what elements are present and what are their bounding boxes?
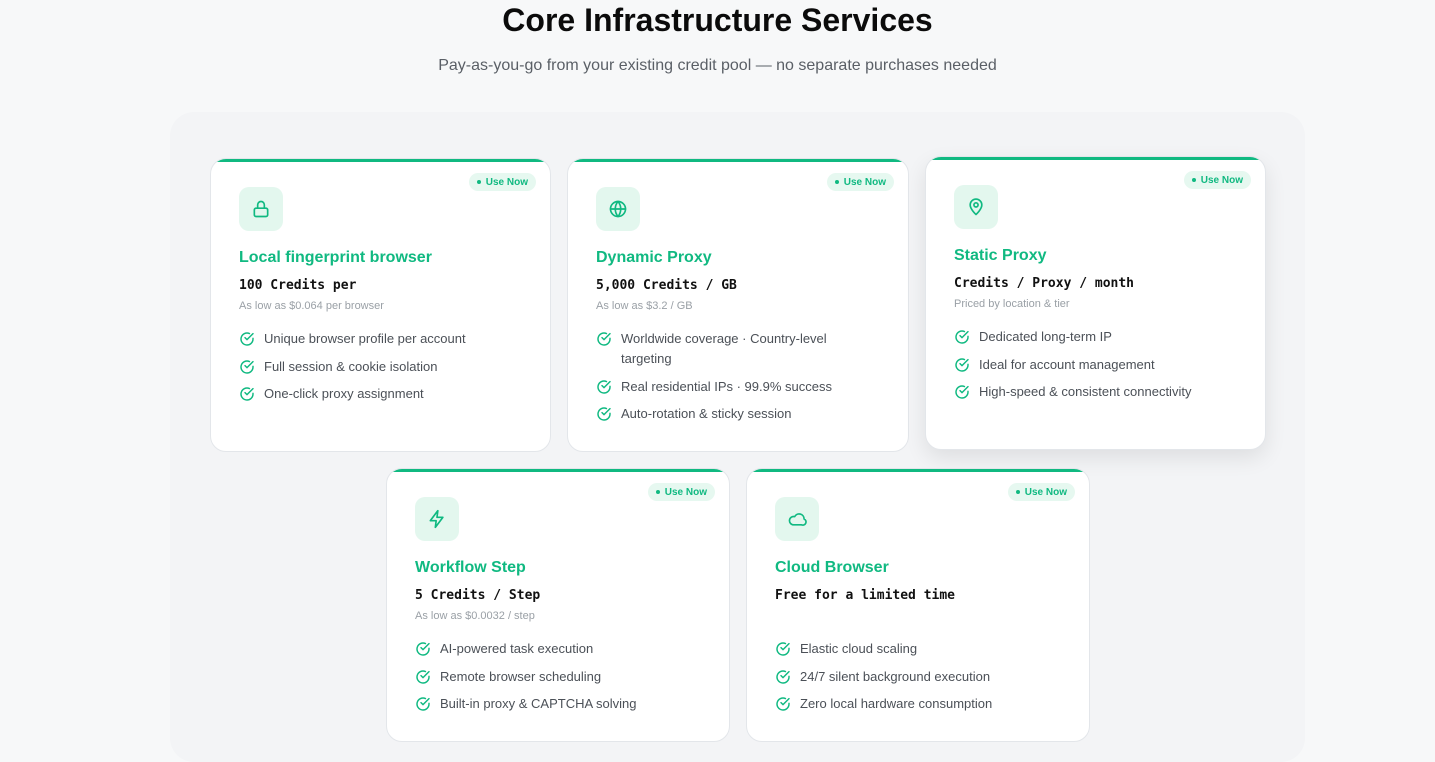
check-circle-icon [240, 359, 254, 374]
check-circle-icon [416, 669, 430, 684]
check-circle-icon [597, 407, 611, 421]
feature-text: One-click proxy assignment [264, 386, 424, 401]
feature-text: Real residential IPs · 99.9% success [621, 378, 832, 394]
feature-item: High-speed & consistent connectivity [954, 382, 1237, 402]
feature-list: Dedicated long-term IP Ideal for account… [954, 327, 1237, 410]
card-title: Dynamic Proxy [596, 249, 712, 266]
feature-item: AI-powered task execution [415, 639, 701, 659]
feature-list: AI-powered task execution Remote browser… [415, 639, 701, 722]
feature-text: Elastic cloud scaling [800, 641, 918, 656]
service-card-cloud-browser: Use Now Cloud Browser Free for a limited… [746, 468, 1090, 742]
card-title: Workflow Step [415, 559, 526, 576]
check-circle-icon [597, 379, 611, 394]
status-dot-icon [834, 180, 839, 184]
check-circle-icon [776, 642, 790, 656]
check-circle-icon [955, 357, 969, 372]
service-card-static-proxy: Use Now Static Proxy Credits / Proxy / m… [925, 156, 1266, 450]
feature-list: Unique browser profile per account Full … [239, 329, 522, 412]
feature-item: Zero local hardware consumption [775, 694, 1061, 714]
page-title: Core Infrastructure Services [502, 2, 933, 38]
feature-item: Real residential IPs · 99.9% success [596, 377, 880, 397]
page-subtitle: Pay-as-you-go from your existing credit … [438, 57, 997, 74]
card-price-note: Priced by location & tier [954, 298, 1070, 310]
feature-text: Remote browser scheduling [440, 668, 602, 684]
card-price: 5 Credits / Step [415, 588, 541, 603]
feature-item: Worldwide coverage · Country-level targe… [596, 329, 880, 369]
feature-item: Remote browser scheduling [415, 667, 701, 687]
check-circle-icon [776, 697, 790, 711]
use-now-badge[interactable]: Use Now [468, 173, 536, 191]
status-dot-icon [476, 180, 481, 184]
card-price-note: As low as $0.064 per browser [239, 300, 384, 312]
lock-icon [239, 187, 283, 231]
status-dot-icon [655, 490, 660, 494]
check-circle-icon [240, 332, 254, 346]
feature-text: Ideal for account management [979, 356, 1155, 372]
check-circle-icon [776, 669, 790, 684]
globe-icon [596, 187, 640, 231]
feature-item: Elastic cloud scaling [775, 639, 1061, 659]
badge-label: Use Now [485, 176, 528, 188]
service-card-local-browser: Use Now Local fingerprint browser 100 Cr… [210, 158, 551, 452]
service-card-workflow-step: Use Now Workflow Step 5 Credits / Step A… [386, 468, 730, 742]
use-now-badge[interactable]: Use Now [826, 173, 894, 191]
check-circle-icon [416, 642, 430, 656]
card-price: Free for a limited time [775, 588, 956, 603]
feature-text: Dedicated long-term IP [979, 329, 1112, 344]
feature-item: Auto-rotation & sticky session [596, 404, 880, 424]
card-title: Cloud Browser [775, 559, 889, 576]
card-price: 5,000 Credits / GB [596, 278, 737, 293]
use-now-badge[interactable]: Use Now [1183, 171, 1251, 189]
feature-item: Dedicated long-term IP [954, 327, 1237, 347]
feature-item: Full session & cookie isolation [239, 357, 522, 377]
badge-label: Use Now [664, 486, 707, 498]
check-circle-icon [955, 385, 969, 399]
feature-text: Unique browser profile per account [264, 331, 466, 346]
badge-label: Use Now [1200, 174, 1243, 186]
feature-text: Zero local hardware consumption [800, 696, 993, 711]
use-now-badge[interactable]: Use Now [647, 483, 715, 501]
check-circle-icon [416, 697, 430, 711]
badge-label: Use Now [1024, 486, 1067, 498]
use-now-badge[interactable]: Use Now [1007, 483, 1075, 501]
card-price-note: As low as $0.0032 / step [415, 610, 535, 622]
card-price-note: As low as $3.2 / GB [596, 300, 693, 312]
feature-text: Full session & cookie isolation [264, 358, 438, 374]
feature-item: Ideal for account management [954, 355, 1237, 375]
feature-item: Built-in proxy & CAPTCHA solving [415, 694, 701, 714]
feature-item: One-click proxy assignment [239, 384, 522, 404]
check-circle-icon [597, 332, 611, 346]
badge-label: Use Now [843, 176, 886, 188]
service-card-dynamic-proxy: Use Now Dynamic Proxy 5,000 Credits / GB… [567, 158, 909, 452]
card-price: 100 Credits per [239, 278, 357, 293]
feature-text: Worldwide coverage · Country-level targe… [621, 331, 827, 366]
check-circle-icon [240, 387, 254, 401]
feature-text: Auto-rotation & sticky session [621, 406, 792, 421]
feature-text: Built-in proxy & CAPTCHA solving [440, 696, 637, 711]
check-circle-icon [955, 330, 969, 344]
status-dot-icon [1191, 178, 1196, 182]
feature-list: Elastic cloud scaling 24/7 silent backgr… [775, 639, 1061, 722]
map-pin-icon [954, 185, 998, 229]
card-title: Static Proxy [954, 247, 1047, 264]
lightning-icon [415, 497, 459, 541]
feature-text: AI-powered task execution [440, 641, 594, 656]
status-dot-icon [1015, 490, 1020, 494]
cloud-icon [775, 497, 819, 541]
feature-text: 24/7 silent background execution [800, 668, 991, 684]
feature-item: 24/7 silent background execution [775, 667, 1061, 687]
feature-item: Unique browser profile per account [239, 329, 522, 349]
card-price: Credits / Proxy / month [954, 276, 1135, 291]
feature-text: High-speed & consistent connectivity [979, 384, 1192, 399]
feature-list: Worldwide coverage · Country-level targe… [596, 329, 880, 432]
card-title: Local fingerprint browser [239, 249, 432, 266]
